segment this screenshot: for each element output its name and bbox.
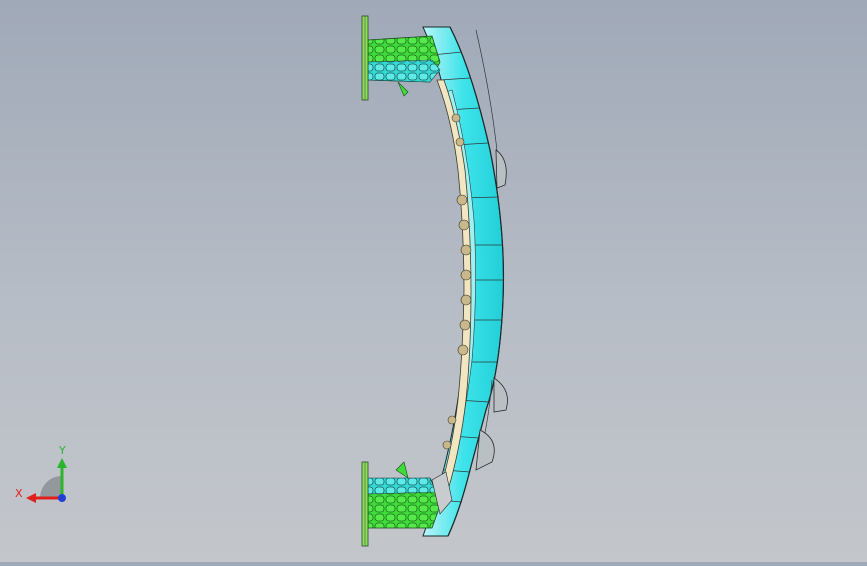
flange-plate-bottom[interactable] (361, 461, 369, 547)
z-axis-dot (58, 494, 66, 502)
flange-plate-top[interactable] (361, 15, 369, 101)
coordinate-triad: Y X (15, 444, 67, 503)
x-axis-label: X (15, 487, 23, 500)
triad-plane (40, 476, 62, 498)
model-svg[interactable]: Y X (0, 0, 867, 562)
graphics-viewport[interactable]: Y X (0, 0, 867, 562)
x-axis-arrowhead (26, 493, 36, 503)
crash-box-top[interactable] (367, 35, 441, 97)
y-axis-label: Y (58, 444, 66, 457)
y-axis-arrowhead (57, 458, 67, 468)
